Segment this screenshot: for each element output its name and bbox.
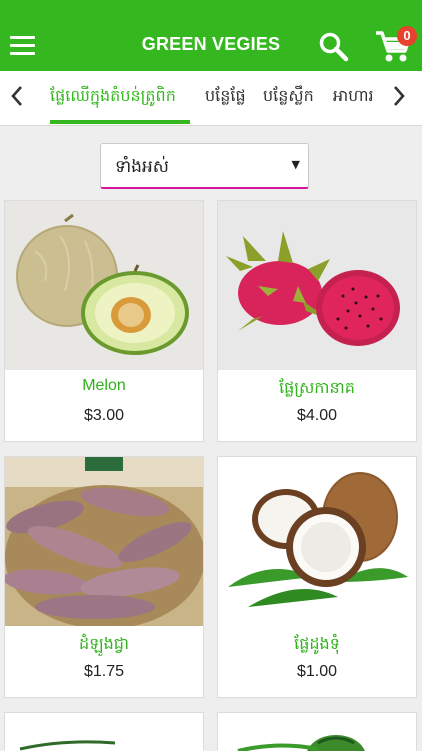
product-card[interactable]: ផ្លែស្រកានាគ $4.00 [217,200,417,442]
product-name: Melon [82,377,126,394]
category-tab-bar: ផ្លែឈើក្នុងតំបន់ត្រូពិក បន្លែផ្លែ បន្លែស… [0,71,422,126]
watermelon-image [218,713,416,751]
coconut-image [218,457,416,626]
active-tab-indicator [50,120,190,124]
chevron-right-icon[interactable] [386,83,410,109]
melon-image [5,201,203,370]
sweet-potato-image [5,457,203,626]
tab-food[interactable]: អាហារ [333,85,374,109]
app-bar: GREEN VEGIES 0 [0,0,422,71]
dragon-fruit-image [218,201,416,370]
tab-tropical-fruits[interactable]: ផ្លែឈើក្នុងតំបន់ត្រូពិក [50,85,176,109]
filter-selected-value: ទាំងអស់ [115,157,169,177]
product-price: $1.75 [83,663,125,680]
product-card[interactable] [4,712,204,751]
search-icon[interactable] [318,31,350,63]
product-image [5,713,203,751]
product-card[interactable] [217,712,417,751]
product-name: ដំឡូងជ្វា [79,636,129,653]
product-name: ផ្លែស្រកានាគ [279,380,355,397]
product-card[interactable]: Melon $3.00 [4,200,204,442]
tab-fruit-vegetables[interactable]: បន្លែផ្លែ [205,85,246,109]
product-card[interactable]: ផ្លែដូងទុំ $1.00 [217,456,417,698]
product-price: $4.00 [296,407,338,424]
category-tabs: ផ្លែឈើក្នុងតំបន់ត្រូពិក បន្លែផ្លែ បន្លែស… [40,71,380,126]
product-price: $1.00 [296,663,338,680]
product-price: $3.00 [83,407,125,424]
product-name: ផ្លែដូងទុំ [294,636,340,653]
app-title: GREEN VEGIES [141,34,281,54]
filter-dropdown[interactable]: ទាំងអស់ ▼ [100,143,309,189]
caret-down-icon: ▼ [291,158,300,171]
chevron-left-icon[interactable] [6,83,30,109]
cart-count-badge: 0 [397,26,417,46]
tab-leafy-vegetables[interactable]: បន្លែស្លឹក [263,85,314,109]
product-card[interactable]: ដំឡូងជ្វា $1.75 [4,456,204,698]
